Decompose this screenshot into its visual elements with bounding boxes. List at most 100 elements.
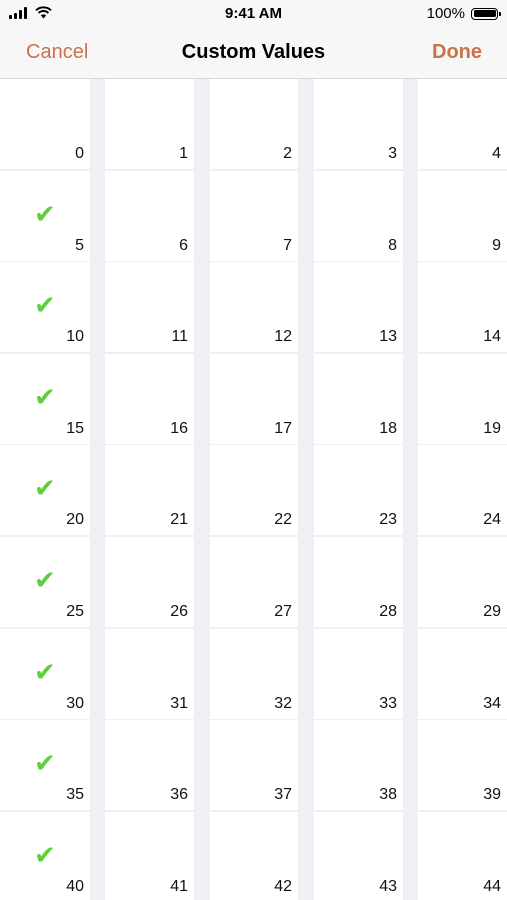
value-cell[interactable]: 6 (105, 171, 194, 261)
cell-value: 1 (179, 145, 188, 162)
cell-value: 9 (492, 237, 501, 254)
cell-value: 44 (483, 878, 501, 895)
value-cell[interactable]: 2 (210, 79, 298, 169)
cell-value: 32 (274, 695, 292, 712)
value-cell[interactable]: 37 (210, 720, 298, 810)
value-cell[interactable]: 1 (105, 79, 194, 169)
cell-value: 17 (274, 420, 292, 437)
cell-value: 41 (170, 878, 188, 895)
cell-value: 14 (483, 328, 501, 345)
value-cell[interactable]: 38 (314, 720, 403, 810)
value-cell[interactable]: 13 (314, 262, 403, 352)
cell-value: 42 (274, 878, 292, 895)
cell-value: 13 (379, 328, 397, 345)
value-cell[interactable]: ✔ 35 (0, 720, 90, 810)
value-cell[interactable]: 29 (418, 537, 507, 627)
value-cell[interactable]: 31 (105, 629, 194, 719)
value-cell[interactable]: 12 (210, 262, 298, 352)
cell-value: 40 (66, 878, 84, 895)
value-cell[interactable]: 26 (105, 537, 194, 627)
value-cell[interactable]: 7 (210, 171, 298, 261)
value-cell[interactable]: 23 (314, 445, 403, 535)
value-cell[interactable]: ✔ 10 (0, 262, 90, 352)
cell-value: 15 (66, 420, 84, 437)
cell-value: 3 (388, 145, 397, 162)
value-cell[interactable]: 18 (314, 354, 403, 444)
value-cell[interactable]: 28 (314, 537, 403, 627)
cell-value: 39 (483, 786, 501, 803)
value-cell[interactable]: 36 (105, 720, 194, 810)
value-cell[interactable]: 24 (418, 445, 507, 535)
value-cell[interactable]: ✔ 5 (0, 171, 90, 261)
cell-value: 8 (388, 237, 397, 254)
checkmark-icon: ✔ (34, 290, 56, 320)
cell-value: 31 (170, 695, 188, 712)
cell-value: 20 (66, 511, 84, 528)
checkmark-icon: ✔ (34, 748, 56, 778)
value-cell[interactable]: ✔ 20 (0, 445, 90, 535)
value-cell[interactable]: 21 (105, 445, 194, 535)
value-cell[interactable]: 0 (0, 79, 90, 169)
status-right: 100% (426, 5, 501, 22)
value-cell[interactable]: 43 (314, 812, 403, 900)
value-cell[interactable]: 17 (210, 354, 298, 444)
value-cell[interactable]: 8 (314, 171, 403, 261)
value-cell[interactable]: 32 (210, 629, 298, 719)
value-cell[interactable]: ✔ 40 (0, 812, 90, 900)
cell-value: 7 (283, 237, 292, 254)
cell-value: 24 (483, 511, 501, 528)
value-cell[interactable]: 44 (418, 812, 507, 900)
cell-value: 19 (483, 420, 501, 437)
value-cell[interactable]: 42 (210, 812, 298, 900)
cell-value: 6 (179, 237, 188, 254)
battery-icon (471, 7, 501, 20)
value-cell[interactable]: 3 (314, 79, 403, 169)
cell-value: 4 (492, 145, 501, 162)
value-cell[interactable]: 34 (418, 629, 507, 719)
cell-value: 43 (379, 878, 397, 895)
cell-value: 22 (274, 511, 292, 528)
checkmark-icon: ✔ (34, 473, 56, 503)
value-cell[interactable]: 27 (210, 537, 298, 627)
value-cell[interactable]: ✔ 25 (0, 537, 90, 627)
cell-value: 25 (66, 603, 84, 620)
cell-value: 29 (483, 603, 501, 620)
cell-value: 21 (170, 511, 188, 528)
value-cell[interactable]: 11 (105, 262, 194, 352)
cell-value: 5 (75, 237, 84, 254)
cell-value: 38 (379, 786, 397, 803)
value-cell[interactable]: 14 (418, 262, 507, 352)
checkmark-icon: ✔ (34, 382, 56, 412)
value-cell[interactable]: 33 (314, 629, 403, 719)
cell-value: 18 (379, 420, 397, 437)
checkmark-icon: ✔ (34, 199, 56, 229)
cancel-button[interactable]: Cancel (26, 41, 88, 64)
value-grid: 0 1 2 3 4 ✔ 5 6 7 8 9 ✔ 10 11 12 13 14 ✔ 15 16 17 18 19 ✔ 20 21 22… (0, 79, 507, 900)
value-cell[interactable]: 4 (418, 79, 507, 169)
cell-value: 27 (274, 603, 292, 620)
cell-value: 0 (75, 145, 84, 162)
value-cell[interactable]: 16 (105, 354, 194, 444)
value-cell[interactable]: 9 (418, 171, 507, 261)
checkmark-icon: ✔ (34, 657, 56, 687)
cell-value: 28 (379, 603, 397, 620)
value-cell[interactable]: ✔ 15 (0, 354, 90, 444)
value-cell[interactable]: ✔ 30 (0, 629, 90, 719)
value-cell[interactable]: 19 (418, 354, 507, 444)
cell-value: 37 (274, 786, 292, 803)
cell-value: 33 (379, 695, 397, 712)
cell-value: 36 (170, 786, 188, 803)
value-cell[interactable]: 22 (210, 445, 298, 535)
cell-value: 2 (283, 145, 292, 162)
cell-value: 35 (66, 786, 84, 803)
value-cell[interactable]: 41 (105, 812, 194, 900)
done-button[interactable]: Done (432, 41, 482, 64)
cell-value: 12 (274, 328, 292, 345)
navigation-bar: Cancel Custom Values Done (0, 28, 507, 79)
cell-value: 34 (483, 695, 501, 712)
value-cell[interactable]: 39 (418, 720, 507, 810)
status-bar: 9:41 AM 100% (0, 0, 507, 28)
cell-value: 23 (379, 511, 397, 528)
cell-value: 11 (171, 328, 188, 345)
battery-percentage: 100% (426, 5, 465, 22)
